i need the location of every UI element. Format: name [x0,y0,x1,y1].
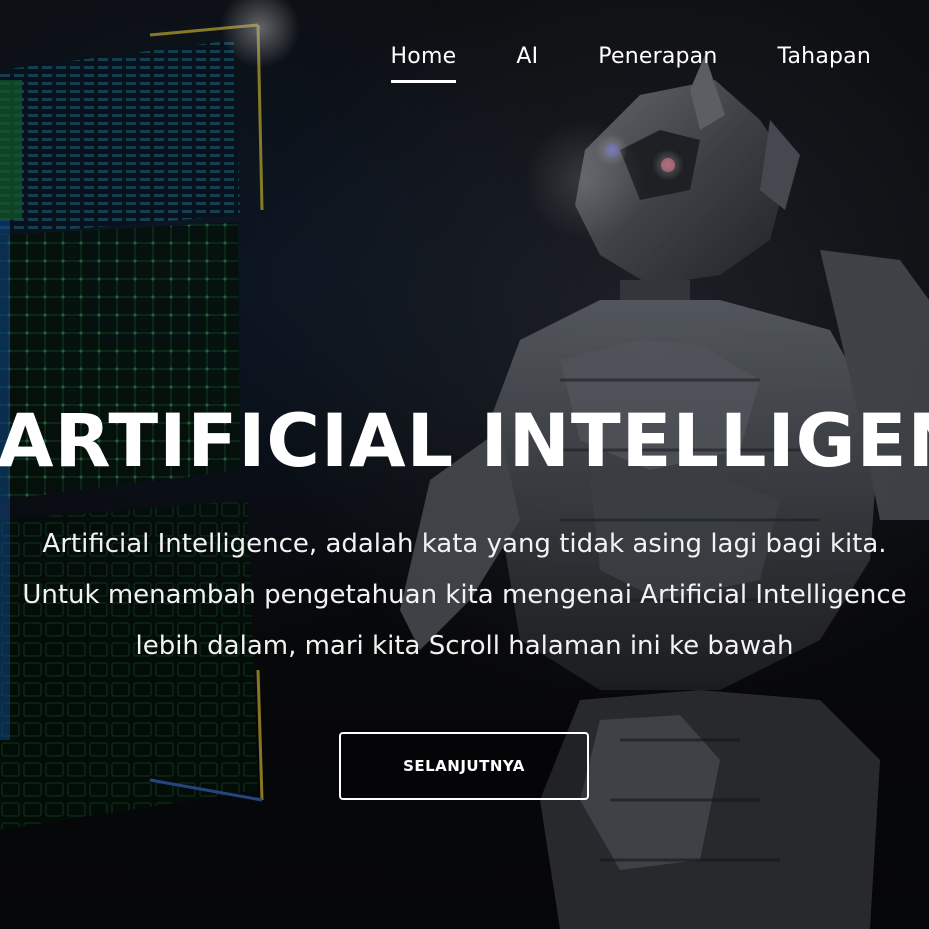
nav-item-ai[interactable]: AI [516,44,538,83]
hero-title: ARTIFICIAL INTELLIGENCE [0,398,929,486]
main-nav: Home AI Penerapan Tahapan [390,44,872,83]
next-button[interactable]: SELANJUTNYA [339,732,589,800]
hero-description-line-3: lebih dalam, mari kita Scroll halaman in… [135,631,794,661]
nav-item-tahapan[interactable]: Tahapan [778,44,872,83]
nav-item-penerapan[interactable]: Penerapan [598,44,717,83]
hero-description-line-1: Artificial Intelligence, adalah kata yan… [42,529,887,559]
hero-description: Artificial Intelligence, adalah kata yan… [0,519,929,672]
hero-description-line-2: Untuk menambah pengetahuan kita mengenai… [22,580,907,610]
nav-item-home[interactable]: Home [390,44,457,83]
hero-title-text: ARTIFICIAL INTELLIGENCE [0,399,929,484]
hero-section: Home AI Penerapan Tahapan ARTIFICIAL INT… [0,0,929,929]
